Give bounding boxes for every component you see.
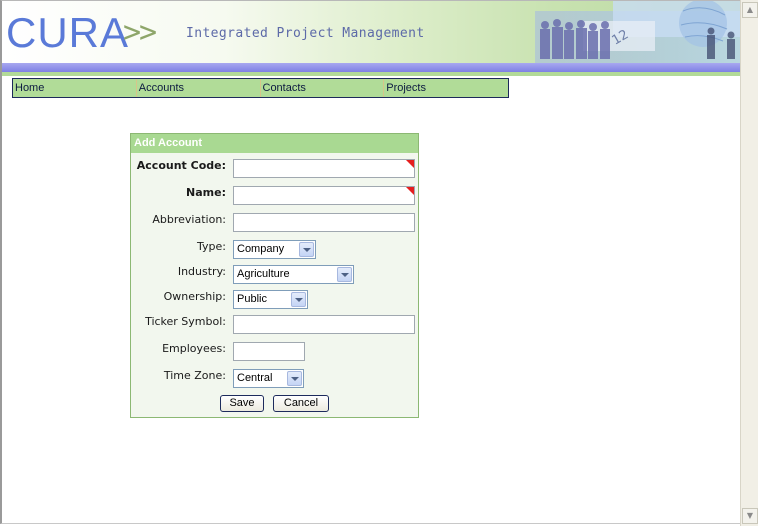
banner-people-image: 12 <box>535 1 740 63</box>
required-marker-icon <box>406 187 414 195</box>
cura-logo: CURA <box>6 9 130 56</box>
time-zone-label: Time Zone: <box>163 369 226 382</box>
industry-selected-value: Agriculture <box>237 268 290 280</box>
ticker-symbol-input[interactable] <box>233 315 415 334</box>
chevron-down-icon[interactable] <box>287 371 302 386</box>
header-banner: CURA >> Integrated Project Management 12 <box>2 1 740 63</box>
type-label: Type: <box>197 240 226 253</box>
cancel-button[interactable]: Cancel <box>273 395 329 412</box>
employees-label: Employees: <box>162 342 226 355</box>
chevron-down-icon[interactable] <box>337 267 352 282</box>
vertical-scrollbar[interactable]: ▲ ▼ <box>740 0 758 526</box>
tagline: Integrated Project Management <box>186 26 425 41</box>
nav-home[interactable]: Home <box>13 79 137 97</box>
chevron-down-icon[interactable] <box>291 292 306 307</box>
main-nav: Home Accounts Contacts Projects <box>12 78 509 98</box>
type-select[interactable]: Company <box>233 240 316 259</box>
add-account-panel: Add Account Account Code: Name: Abbrevia… <box>130 133 419 418</box>
nav-accounts[interactable]: Accounts <box>137 79 261 97</box>
industry-label: Industry: <box>177 265 226 278</box>
account-code-label: Account Code: <box>136 159 226 172</box>
chevron-down-icon[interactable] <box>299 242 314 257</box>
industry-select[interactable]: Agriculture <box>233 265 354 284</box>
abbreviation-label: Abbreviation: <box>152 213 226 226</box>
time-zone-selected-value: Central <box>237 372 273 384</box>
ownership-selected-value: Public <box>237 293 267 305</box>
account-code-input[interactable] <box>233 159 415 178</box>
scroll-up-arrow-icon[interactable]: ▲ <box>742 2 758 18</box>
ticker-symbol-label: Ticker Symbol: <box>145 315 226 328</box>
nav-projects[interactable]: Projects <box>384 79 508 97</box>
header-divider <box>2 63 740 72</box>
required-marker-icon <box>406 160 414 168</box>
abbreviation-input[interactable] <box>233 213 415 232</box>
ownership-label: Ownership: <box>163 290 226 303</box>
employees-input[interactable] <box>233 342 305 361</box>
ownership-select[interactable]: Public <box>233 290 308 309</box>
time-zone-select[interactable]: Central <box>233 369 304 388</box>
name-input[interactable] <box>233 186 415 205</box>
logo-arrows: >> <box>123 15 157 50</box>
type-selected-value: Company <box>237 243 285 255</box>
save-button[interactable]: Save <box>220 395 264 412</box>
nav-contacts[interactable]: Contacts <box>261 79 385 97</box>
header-accent-strip <box>2 72 740 76</box>
panel-title: Add Account <box>131 134 418 153</box>
scroll-down-arrow-icon[interactable]: ▼ <box>742 508 758 524</box>
name-label: Name: <box>186 186 226 199</box>
